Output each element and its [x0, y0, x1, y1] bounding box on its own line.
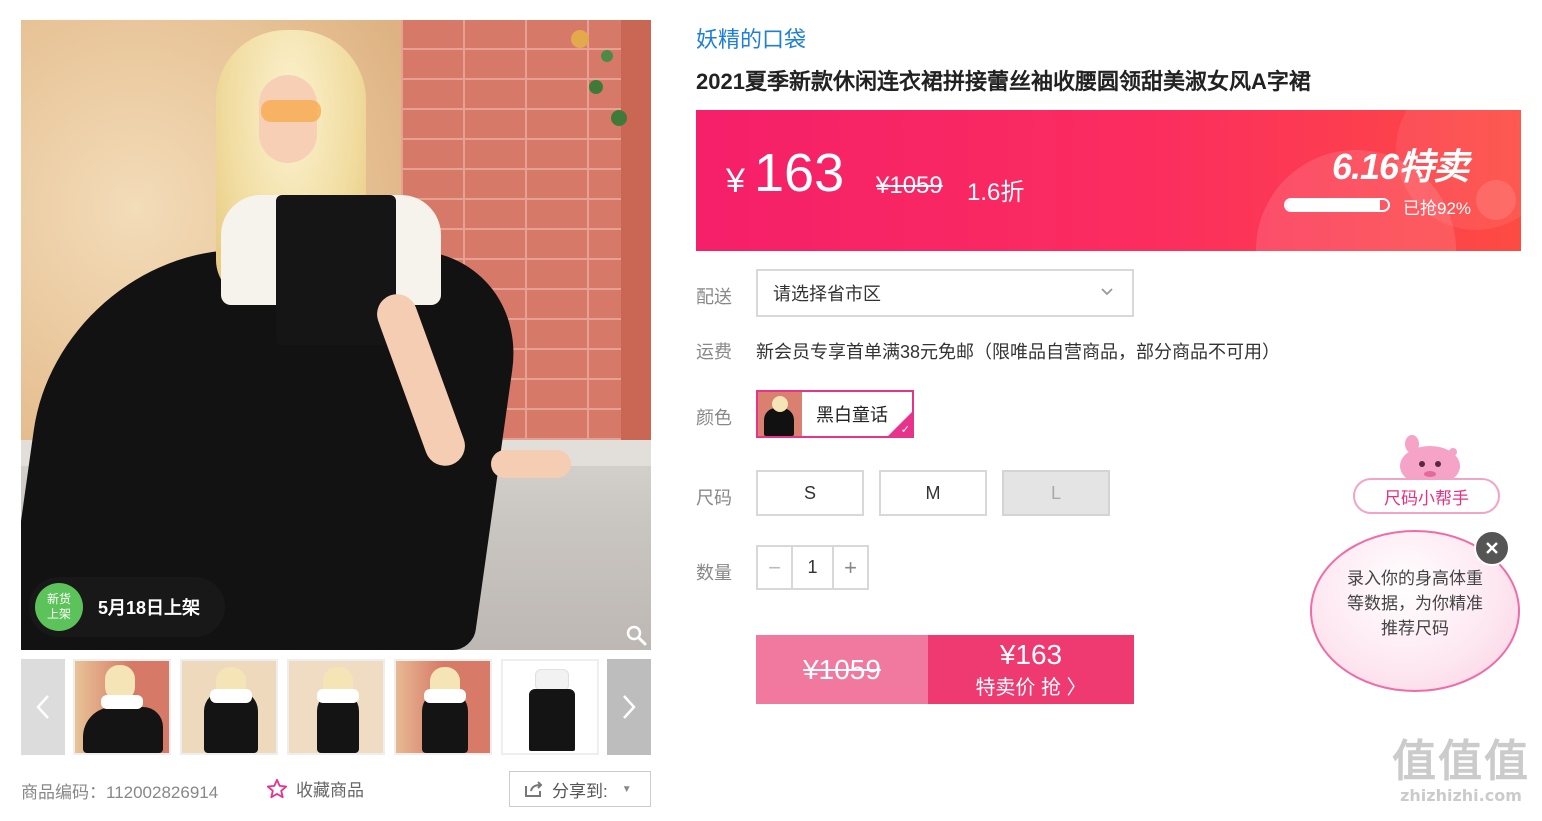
shipping-label: 运费 — [696, 342, 732, 362]
sold-progress-fill — [1286, 200, 1380, 210]
share-button[interactable]: 分享到: ▼ — [509, 771, 651, 807]
star-icon — [266, 778, 288, 798]
price-original: ¥1059 — [876, 172, 943, 199]
price-currency: ¥ — [726, 162, 745, 200]
buy-now-label: 特卖价 抢 〉 — [975, 677, 1087, 699]
color-option-selected[interactable]: 黑白童话 ✓ — [756, 390, 914, 438]
delivery-label: 配送 — [696, 287, 732, 307]
watermark-url: zhizhizhi.com — [1400, 786, 1522, 805]
favorite-label: 收藏商品 — [296, 781, 364, 800]
quantity-minus-button[interactable]: − — [758, 547, 791, 588]
quantity-plus-button[interactable]: + — [834, 547, 867, 588]
product-main-image[interactable]: 新货 上架 5月18日上架 — [21, 20, 651, 650]
thumbnail-2[interactable] — [180, 659, 278, 755]
size-helper-tag[interactable]: 尺码小帮手 — [1353, 478, 1500, 514]
thumbnail-5[interactable] — [501, 659, 599, 755]
color-label: 颜色 — [696, 408, 732, 428]
size-option-m[interactable]: M — [879, 470, 987, 516]
new-arrival-badge: 新货 上架 5月18日上架 — [29, 577, 225, 637]
size-option-l: L — [1002, 470, 1110, 516]
price-current: 163 — [754, 143, 845, 203]
watermark-logo: 值值值 — [1392, 736, 1530, 787]
shipping-info: 新会员专享首单满38元免邮（限唯品自营商品，部分商品不可用） — [756, 342, 1281, 362]
quantity-label: 数量 — [696, 563, 732, 583]
price-discount: 1.6折 — [967, 179, 1025, 206]
thumb-next-button[interactable] — [607, 659, 651, 755]
sold-progress-text: 已抢92% — [1403, 199, 1472, 218]
buy-now-price: ¥163 — [999, 639, 1063, 670]
favorite-button[interactable]: 收藏商品 — [266, 776, 364, 801]
share-icon — [525, 781, 543, 797]
size-option-s[interactable]: S — [756, 470, 864, 516]
thumbnail-strip — [21, 659, 651, 755]
thumbnail-4[interactable] — [394, 659, 492, 755]
size-label: 尺码 — [696, 488, 732, 508]
watermark: 值值值 zhizhizhi.com — [1388, 736, 1534, 806]
new-arrival-date: 5月18日上架 — [98, 598, 201, 618]
buy-now-button[interactable]: ¥163 特卖价 抢 〉 — [928, 635, 1134, 704]
caret-down-icon: ▼ — [621, 783, 632, 795]
size-helper-text: 录入你的身高体重等数据，为你精准推荐尺码 — [1347, 569, 1483, 638]
product-title: 2021夏季新款休闲连衣裙拼接蕾丝袖收腰圆领甜美淑女风A字裙 — [696, 69, 1311, 94]
color-option-label: 黑白童话 — [816, 405, 888, 425]
chevron-left-icon — [36, 695, 49, 719]
price-banner: ¥ 163 ¥1059 1.6折 6.16特卖 已抢92% — [696, 110, 1521, 251]
new-arrival-circle: 新货 上架 — [35, 583, 83, 631]
quantity-input[interactable]: 1 — [791, 547, 834, 588]
model-sunglasses — [261, 100, 321, 122]
thumbnail-3[interactable] — [287, 659, 385, 755]
thumbnail-1[interactable] — [73, 659, 171, 755]
check-icon: ✓ — [900, 423, 910, 436]
close-icon[interactable] — [1474, 530, 1510, 566]
chevron-right-icon — [623, 695, 636, 719]
product-code: 商品编码：112002826914 — [21, 783, 219, 802]
model-hand — [491, 450, 571, 478]
buy-original-price: ¥1059 — [756, 635, 928, 704]
quantity-stepper: − 1 + — [756, 545, 869, 590]
color-swatch-image — [758, 392, 802, 436]
sold-progress-bar — [1284, 198, 1390, 212]
store-name-link[interactable]: 妖精的口袋 — [696, 22, 806, 54]
region-placeholder: 请选择省市区 — [773, 284, 881, 304]
share-label: 分享到: — [552, 781, 608, 801]
sale-event-label: 6.16特卖 — [1332, 146, 1469, 187]
photo-flowers — [561, 20, 641, 140]
thumb-prev-button[interactable] — [21, 659, 65, 755]
region-select[interactable]: 请选择省市区 — [756, 269, 1134, 317]
chevron-down-icon — [1101, 288, 1113, 296]
zoom-icon[interactable] — [625, 624, 647, 646]
